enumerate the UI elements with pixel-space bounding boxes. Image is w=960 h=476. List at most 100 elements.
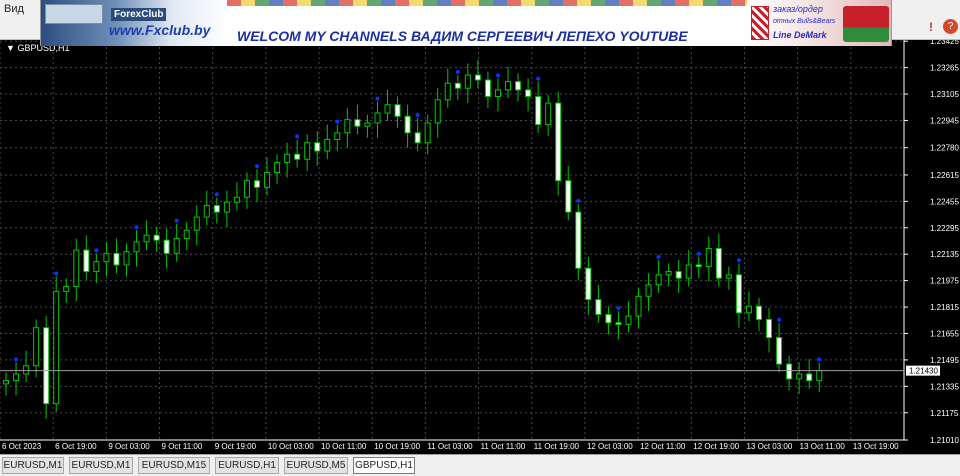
candle-body bbox=[796, 373, 803, 380]
fractal-marker bbox=[656, 254, 661, 259]
candle-body bbox=[203, 204, 210, 218]
question-icon[interactable]: ? bbox=[943, 19, 958, 34]
time-tick-label: 11 Oct 11:00 bbox=[481, 442, 526, 451]
candle-body bbox=[123, 251, 130, 266]
candle-body bbox=[665, 271, 672, 276]
candle-body bbox=[23, 365, 30, 375]
tab-eurusd-m15[interactable]: EURUSD,M15 bbox=[138, 457, 210, 474]
fractal-marker bbox=[295, 134, 300, 139]
candle-body bbox=[213, 204, 220, 213]
banner-thumbnail bbox=[45, 4, 103, 24]
fractal-marker bbox=[375, 96, 380, 101]
candle-body bbox=[535, 95, 542, 126]
tab-eurusd-h1[interactable]: EURUSD,H1 bbox=[215, 457, 279, 474]
price-tick-label: 1.23265 bbox=[930, 64, 959, 73]
time-tick-label: 6 Oct 2023 bbox=[2, 442, 42, 451]
price-chart[interactable]: 1.23425 1.23265 1.23105 1.22945 1.22780 1.226… bbox=[0, 37, 960, 454]
candle-body bbox=[806, 373, 813, 382]
candle-body bbox=[3, 380, 9, 385]
current-price-label: 1.21430 bbox=[909, 367, 938, 376]
candle-body bbox=[695, 264, 702, 268]
tab-eurusd-m1[interactable]: EURUSD,M1 bbox=[69, 457, 133, 474]
candle-body bbox=[615, 322, 622, 325]
candle-body bbox=[173, 238, 180, 254]
price-tick-label: 1.21815 bbox=[930, 303, 959, 312]
candle-body bbox=[725, 274, 732, 279]
exclamation-icon[interactable]: ! bbox=[922, 18, 940, 36]
time-tick-label: 13 Oct 19:00 bbox=[853, 442, 899, 451]
price-tick-label: 1.23425 bbox=[930, 40, 959, 46]
fractal-marker bbox=[174, 218, 179, 223]
chart-tabs: EURUSD,M1 EURUSD,M1 EURUSD,M15 EURUSD,H1 EUR… bbox=[0, 454, 960, 476]
price-tick-label: 1.21335 bbox=[930, 382, 959, 391]
candle-body bbox=[434, 99, 441, 124]
price-tick-label: 1.22455 bbox=[930, 197, 959, 206]
candle-body bbox=[334, 132, 341, 140]
price-tick-label: 1.22615 bbox=[930, 171, 959, 180]
fractal-marker bbox=[696, 251, 701, 256]
banner-headline: WELCOM MY CHANNELS ВАДИМ СЕРГЕЕВИЧ ЛЕПЕХ… bbox=[237, 28, 688, 44]
candle-body bbox=[83, 249, 90, 273]
banner-club-name: ForexClub bbox=[111, 8, 167, 21]
time-tick-label: 13 Oct 11:00 bbox=[800, 442, 846, 451]
tab-eurusd-m5[interactable]: EURUSD,M5 bbox=[284, 457, 348, 474]
fractal-marker bbox=[536, 76, 541, 81]
candle-body bbox=[284, 153, 291, 164]
time-tick-label: 9 Oct 11:00 bbox=[162, 442, 203, 451]
price-tick-label: 1.22780 bbox=[930, 144, 959, 153]
candle-body bbox=[505, 81, 511, 91]
candle-body bbox=[575, 211, 582, 269]
price-tick-label: 1.22295 bbox=[930, 224, 959, 233]
candle-body bbox=[776, 337, 783, 365]
fractal-marker bbox=[14, 357, 19, 362]
time-tick-label: 11 Oct 19:00 bbox=[534, 442, 580, 451]
candle-body bbox=[33, 327, 40, 367]
candle-body bbox=[384, 104, 391, 114]
candle-body bbox=[585, 267, 592, 301]
candle-body bbox=[635, 295, 642, 317]
banner-url[interactable]: www.Fxclub.by bbox=[109, 22, 210, 38]
candle-body bbox=[153, 234, 160, 241]
candle-body bbox=[394, 104, 401, 117]
candle-body bbox=[464, 74, 471, 89]
fractal-marker bbox=[94, 248, 99, 253]
candle-body bbox=[404, 115, 411, 134]
candle-body bbox=[484, 79, 491, 97]
candle-body bbox=[444, 82, 451, 101]
fractal-marker bbox=[255, 164, 259, 169]
candle-body bbox=[364, 122, 371, 127]
time-tick-label: 12 Oct 19:00 bbox=[693, 442, 739, 451]
flag-icon bbox=[843, 6, 889, 42]
candle-body bbox=[103, 252, 110, 263]
fractal-marker bbox=[335, 119, 340, 124]
candle-body bbox=[233, 196, 240, 203]
time-tick-label: 9 Oct 03:00 bbox=[108, 442, 150, 451]
candle-body bbox=[163, 239, 170, 254]
time-tick-label: 12 Oct 11:00 bbox=[640, 442, 686, 451]
candle-body bbox=[304, 142, 311, 160]
ad-banner[interactable]: ForexClub www.Fxclub.by WELCOM MY CHANNE… bbox=[40, 0, 892, 46]
banner-strip bbox=[227, 0, 747, 6]
chart-canvas[interactable]: 1.23425 1.23265 1.23105 1.22945 1.22780 1.226… bbox=[0, 37, 960, 454]
candle-body bbox=[53, 290, 60, 405]
candle-body bbox=[625, 315, 632, 325]
candle-body bbox=[414, 132, 421, 144]
candle-body bbox=[655, 274, 662, 286]
candle-body bbox=[193, 216, 200, 231]
price-tick-label: 1.22945 bbox=[930, 116, 959, 125]
terminal-window: Вид ! ? ForexClub www.Fxclub.by WELCOM M… bbox=[0, 0, 960, 476]
banner-seal bbox=[751, 6, 769, 40]
tab-eurusd-m1[interactable]: EURUSD,M1 bbox=[2, 457, 64, 474]
candle-body bbox=[133, 241, 140, 253]
fractal-marker bbox=[817, 357, 822, 362]
candle-body bbox=[766, 318, 773, 339]
time-tick-label: 13 Oct 03:00 bbox=[746, 442, 792, 451]
tab-gbpusd-h1[interactable]: GBPUSD,H1 bbox=[353, 457, 415, 474]
triangle-down-icon[interactable]: ▼ bbox=[6, 43, 15, 53]
candle-body bbox=[294, 153, 301, 160]
candle-body bbox=[374, 112, 381, 124]
menu-view[interactable]: Вид bbox=[4, 3, 24, 15]
fractal-marker bbox=[134, 225, 139, 230]
time-tick-label: 12 Oct 03:00 bbox=[587, 442, 633, 451]
banner-left-panel: ForexClub www.Fxclub.by bbox=[41, 0, 227, 46]
